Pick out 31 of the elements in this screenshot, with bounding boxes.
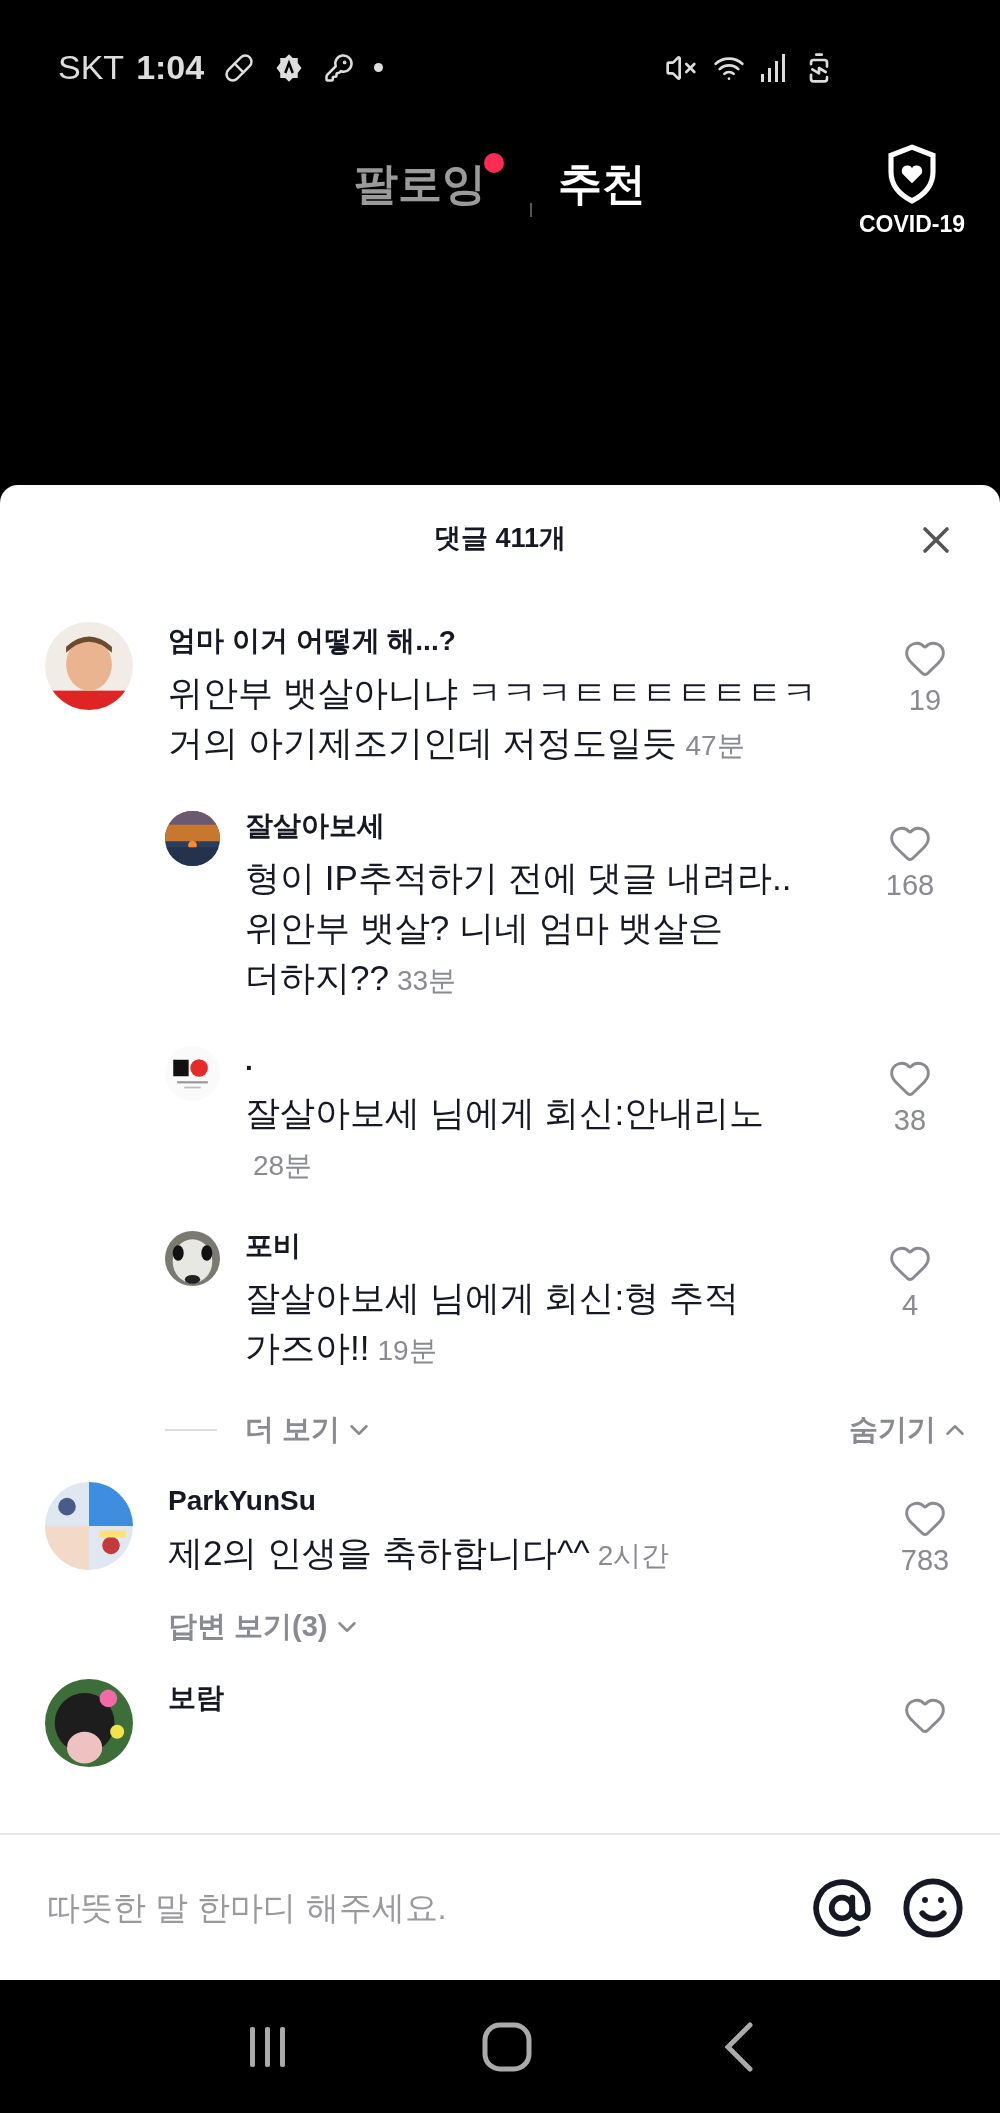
username[interactable]: 포비	[245, 1225, 301, 1267]
covid-label[interactable]: COVID-19	[858, 211, 965, 238]
feed-tab[interactable]: 팔로잉	[354, 155, 486, 214]
username[interactable]: 잘살아보세	[245, 805, 385, 847]
notification-dot-icon	[374, 63, 384, 72]
carrier-name: SKT	[58, 48, 125, 87]
home-icon[interactable]	[482, 2021, 532, 2072]
comment-text: 잘살아보세 님에게 회신:안내리노 28분	[245, 1092, 766, 1183]
signal-icon	[761, 53, 787, 82]
comment-text: 잘살아보세 님에게 회신:형 추적 가즈아!! 19분	[245, 1277, 740, 1369]
username[interactable]: ParkYunSu	[168, 1480, 316, 1522]
like-count: 4	[901, 1289, 919, 1322]
username[interactable]: 보람	[168, 1677, 224, 1719]
like-count: 783	[900, 1544, 950, 1577]
back-icon[interactable]	[724, 2021, 754, 2072]
comment-text: 형이 IP추적하기 전에 댓글 내려라.. 위안부 뱃살? 니네 엄마 뱃살은 더하지?? 33분	[245, 857, 793, 999]
like-count: 168	[885, 869, 935, 902]
key-icon	[324, 52, 355, 83]
emoji-icon[interactable]	[901, 1875, 965, 1940]
feed-tab[interactable]: 추천	[558, 155, 646, 214]
pill-icon	[224, 52, 255, 83]
like-count: 38	[893, 1104, 927, 1137]
comment-input-field[interactable]: 따뜻한 말 한마디 해주세요.	[45, 1887, 783, 1928]
sheet-title: 댓글 411개	[433, 521, 567, 555]
username[interactable]: .	[245, 1040, 253, 1082]
comment-text: 위안부 뱃살아니냐 ㅋㅋㅋㅌㅌㅌㅌㅌㅌㅋ 거의 아기제조기인데 저정도일듯 47분	[168, 672, 819, 764]
username[interactable]: 엄마 이거 어떻게 해...?	[168, 620, 456, 662]
like-count: 19	[908, 684, 942, 717]
mention-icon[interactable]	[811, 1876, 873, 1939]
comment-text: 제2의 인생을 축하합니다^^ 2시간	[168, 1532, 671, 1574]
clock-time: 1:04	[136, 48, 205, 87]
